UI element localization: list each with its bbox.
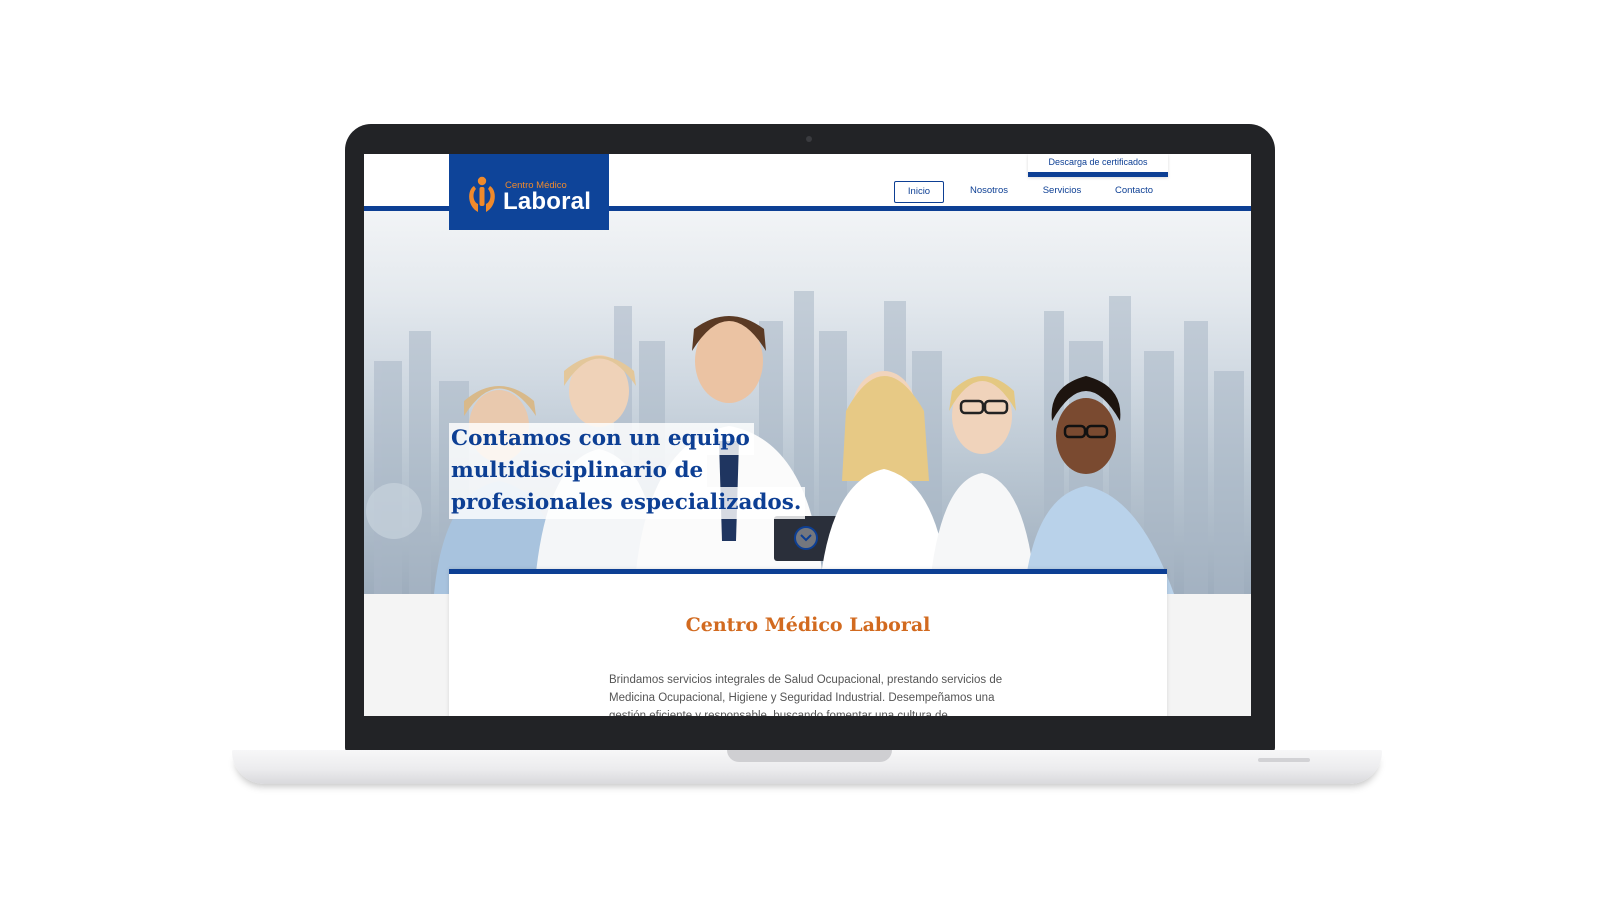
camera-dot — [806, 136, 812, 142]
certificates-download-button[interactable]: Descarga de certificados — [1028, 154, 1168, 177]
hero-line-1: Contamos con un equipo — [449, 423, 754, 455]
browser-screen: Centro Médico Laboral Descarga de certif… — [364, 154, 1251, 716]
laptop-slot — [1258, 758, 1310, 762]
section-body: Brindamos servicios integrales de Salud … — [609, 674, 1003, 716]
chevron-down-icon — [800, 534, 812, 542]
scroll-down-button[interactable] — [794, 526, 818, 550]
laptop-base — [232, 750, 1382, 784]
nav-item-inicio[interactable]: Inicio — [894, 181, 944, 203]
laptop-notch — [727, 750, 892, 762]
intro-section: Centro Médico Laboral Brindamos servicio… — [449, 569, 1167, 716]
hero-headline: Contamos con un equipo multidisciplinari… — [449, 423, 806, 519]
nav-item-nosotros[interactable]: Nosotros — [959, 181, 1019, 201]
hero-line-2: multidisciplinario de — [449, 455, 708, 487]
nav-item-servicios[interactable]: Servicios — [1034, 181, 1090, 201]
hero-banner: Contamos con un equipo multidisciplinari… — [364, 211, 1251, 594]
nav-item-contacto[interactable]: Contacto — [1104, 181, 1164, 201]
section-title: Centro Médico Laboral — [685, 614, 931, 636]
site-logo[interactable]: Centro Médico Laboral — [449, 154, 609, 230]
logo-title: Laboral — [503, 188, 592, 215]
hero-line-3: profesionales especializados. — [449, 487, 806, 519]
logo-mark-icon — [469, 176, 495, 212]
